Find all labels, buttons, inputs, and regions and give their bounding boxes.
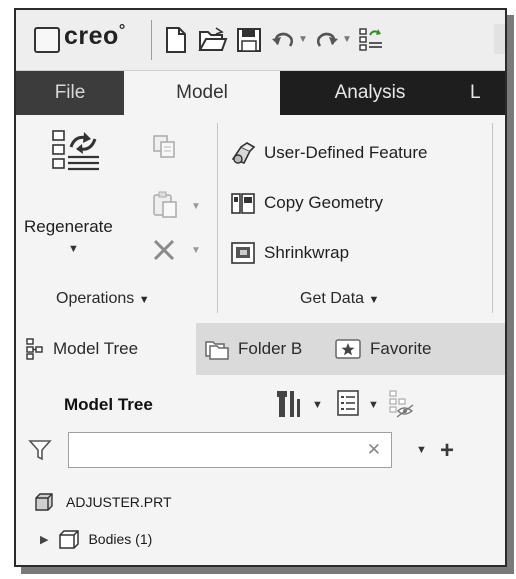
bodies-icon (59, 530, 80, 549)
model-tree-panel: Model Tree ▼ ▼ ✕ ▼ + ADJUSTER.PRT ▶ Bodi… (16, 375, 505, 565)
expand-arrow-icon[interactable]: ▶ (40, 533, 48, 546)
undo-dropdown-icon[interactable]: ▼ (298, 34, 308, 45)
regenerate-label: Regenerate (24, 217, 113, 236)
user-defined-feature-label: User-Defined Feature (264, 143, 428, 162)
ribbon: Regenerate ▼ ▼ ▼ Operations ▼ User-Defin… (16, 115, 505, 324)
folder-icon (205, 341, 229, 360)
show-dropdown-icon[interactable]: ▼ (368, 399, 379, 411)
app-menu-icon[interactable] (34, 27, 60, 53)
new-file-icon[interactable] (164, 26, 188, 59)
ribbon-tabs: File Model Analysis L (16, 71, 505, 115)
model-tree-icon (26, 338, 43, 360)
copy-icon[interactable] (151, 133, 179, 166)
delete-icon[interactable] (151, 237, 177, 268)
group-divider (492, 123, 493, 313)
tree-search-input[interactable]: ✕ (68, 432, 392, 468)
tab-folder-browser-label: Folder B (238, 339, 303, 358)
regenerate-icon[interactable] (51, 127, 105, 186)
copy-geometry-button[interactable]: Copy Geometry (230, 191, 383, 215)
tab-model-tree[interactable]: Model Tree (16, 323, 196, 375)
copy-geometry-label: Copy Geometry (264, 193, 384, 212)
tab-analysis[interactable]: Analysis (280, 71, 460, 115)
quick-access-toolbar: creo° ▼ ▼ (16, 10, 505, 71)
delete-dropdown-icon[interactable]: ▼ (191, 245, 201, 256)
tab-model-tree-label: Model Tree (53, 339, 139, 358)
copy-geometry-icon (231, 193, 255, 214)
tab-folder-browser[interactable]: Folder B (204, 323, 314, 375)
paste-icon[interactable] (151, 190, 179, 225)
user-defined-feature-button[interactable]: User-Defined Feature (230, 141, 427, 165)
creo-window: creo° ▼ ▼ File Model Analysis L Regenera… (14, 8, 507, 567)
paste-dropdown-icon[interactable]: ▼ (191, 201, 201, 212)
tab-favorites[interactable]: Favorite (334, 323, 494, 375)
operations-group-label[interactable]: Operations ▼ (56, 290, 150, 308)
tree-item-bodies[interactable]: ▶ Bodies (1) (40, 528, 152, 550)
favorites-icon (335, 339, 361, 359)
tab-model[interactable]: Model (124, 71, 280, 115)
save-icon[interactable] (236, 26, 262, 59)
tree-item-part[interactable]: ADJUSTER.PRT (34, 492, 172, 512)
tree-settings-icon[interactable] (276, 389, 302, 424)
filter-icon[interactable] (28, 438, 52, 467)
part-icon (35, 493, 53, 511)
toolbar-overflow[interactable] (494, 24, 505, 54)
add-icon[interactable]: + (440, 439, 454, 463)
search-options-dropdown-icon[interactable]: ▼ (416, 444, 427, 456)
group-divider (217, 123, 218, 313)
shrinkwrap-label: Shrinkwrap (264, 243, 350, 262)
user-defined-feature-icon (231, 142, 256, 164)
show-columns-icon[interactable] (336, 389, 360, 422)
app-logo: creo° (64, 22, 126, 50)
tab-next[interactable]: L (470, 71, 505, 115)
shrinkwrap-button[interactable]: Shrinkwrap (230, 241, 349, 265)
redo-dropdown-icon[interactable]: ▼ (342, 34, 352, 45)
clear-search-icon[interactable]: ✕ (367, 440, 381, 460)
regenerate-button[interactable]: Regenerate (24, 217, 113, 237)
redo-icon[interactable] (314, 30, 340, 55)
navigator-tabs: Model Tree Folder B Favorite (16, 323, 505, 375)
shrinkwrap-icon (231, 242, 255, 264)
toolbar-divider (151, 20, 152, 60)
get-data-group-label[interactable]: Get Data ▼ (300, 290, 379, 308)
regenerate-small-icon[interactable] (358, 26, 384, 59)
filter-tree-icon[interactable] (388, 389, 414, 424)
tree-item-label: ADJUSTER.PRT (66, 494, 172, 510)
tree-item-label: Bodies (1) (88, 531, 153, 547)
undo-icon[interactable] (270, 30, 296, 55)
model-tree-title: Model Tree (64, 395, 153, 414)
regenerate-dropdown-icon[interactable]: ▼ (68, 243, 79, 255)
tab-file[interactable]: File (16, 71, 124, 115)
tree-settings-dropdown-icon[interactable]: ▼ (312, 399, 323, 411)
tab-favorites-label: Favorite (370, 339, 432, 358)
open-file-icon[interactable] (198, 26, 228, 59)
